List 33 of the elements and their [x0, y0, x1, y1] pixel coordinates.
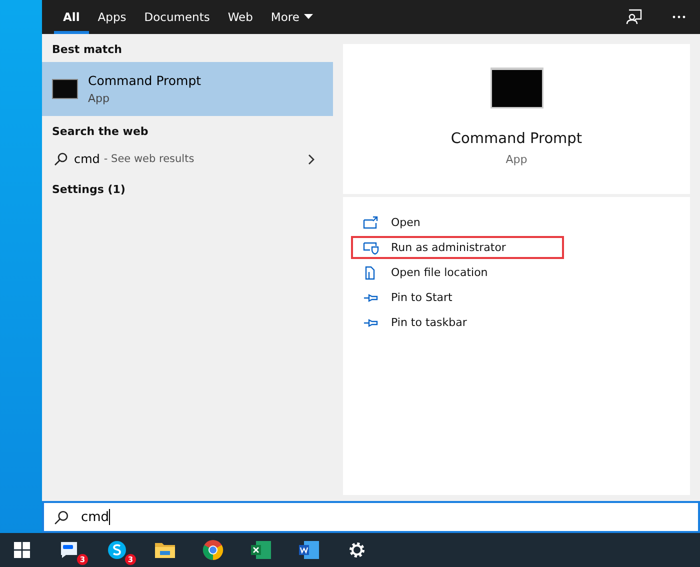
- action-item[interactable]: Open file location: [351, 261, 564, 284]
- action-item[interactable]: Run as administrator: [351, 236, 564, 259]
- app-title: Command Prompt: [450, 131, 582, 147]
- tab[interactable]: All: [54, 0, 89, 34]
- search-icon: [54, 510, 69, 524]
- tab[interactable]: Web: [218, 0, 262, 34]
- skype-icon: [106, 539, 128, 561]
- chrome-icon: [202, 539, 224, 561]
- action-item[interactable]: Pin to taskbar: [351, 311, 564, 334]
- section-heading: Best match: [51, 42, 123, 58]
- document-icon: [298, 539, 320, 561]
- action-item[interactable]: Open: [351, 211, 564, 234]
- web-result[interactable]: cmd - See web results: [42, 144, 333, 174]
- action-item[interactable]: Pin to Start: [351, 286, 564, 309]
- search-field[interactable]: cmd: [42, 501, 700, 533]
- tab[interactable]: Documents: [135, 0, 219, 34]
- tab[interactable]: Apps: [88, 0, 136, 34]
- chat-bubble-icon: [58, 539, 80, 561]
- terminal-icon: [52, 79, 78, 99]
- result-item[interactable]: Command Prompt App: [42, 62, 333, 116]
- tab[interactable]: More: [262, 0, 322, 34]
- search-icon: [54, 152, 68, 166]
- chevron-icon: [308, 154, 315, 164]
- section-heading: Search the web: [51, 124, 150, 140]
- shield-icon: [363, 240, 379, 254]
- section-heading: Settings (1): [51, 182, 126, 198]
- terminal-icon: [490, 67, 544, 109]
- feedback-icon[interactable]: [626, 9, 642, 25]
- more-icon[interactable]: [672, 15, 686, 19]
- app-type: App: [506, 153, 528, 166]
- windows-logo-icon[interactable]: [14, 542, 30, 558]
- open-window-icon: [363, 216, 379, 230]
- spreadsheet-icon: [250, 539, 272, 561]
